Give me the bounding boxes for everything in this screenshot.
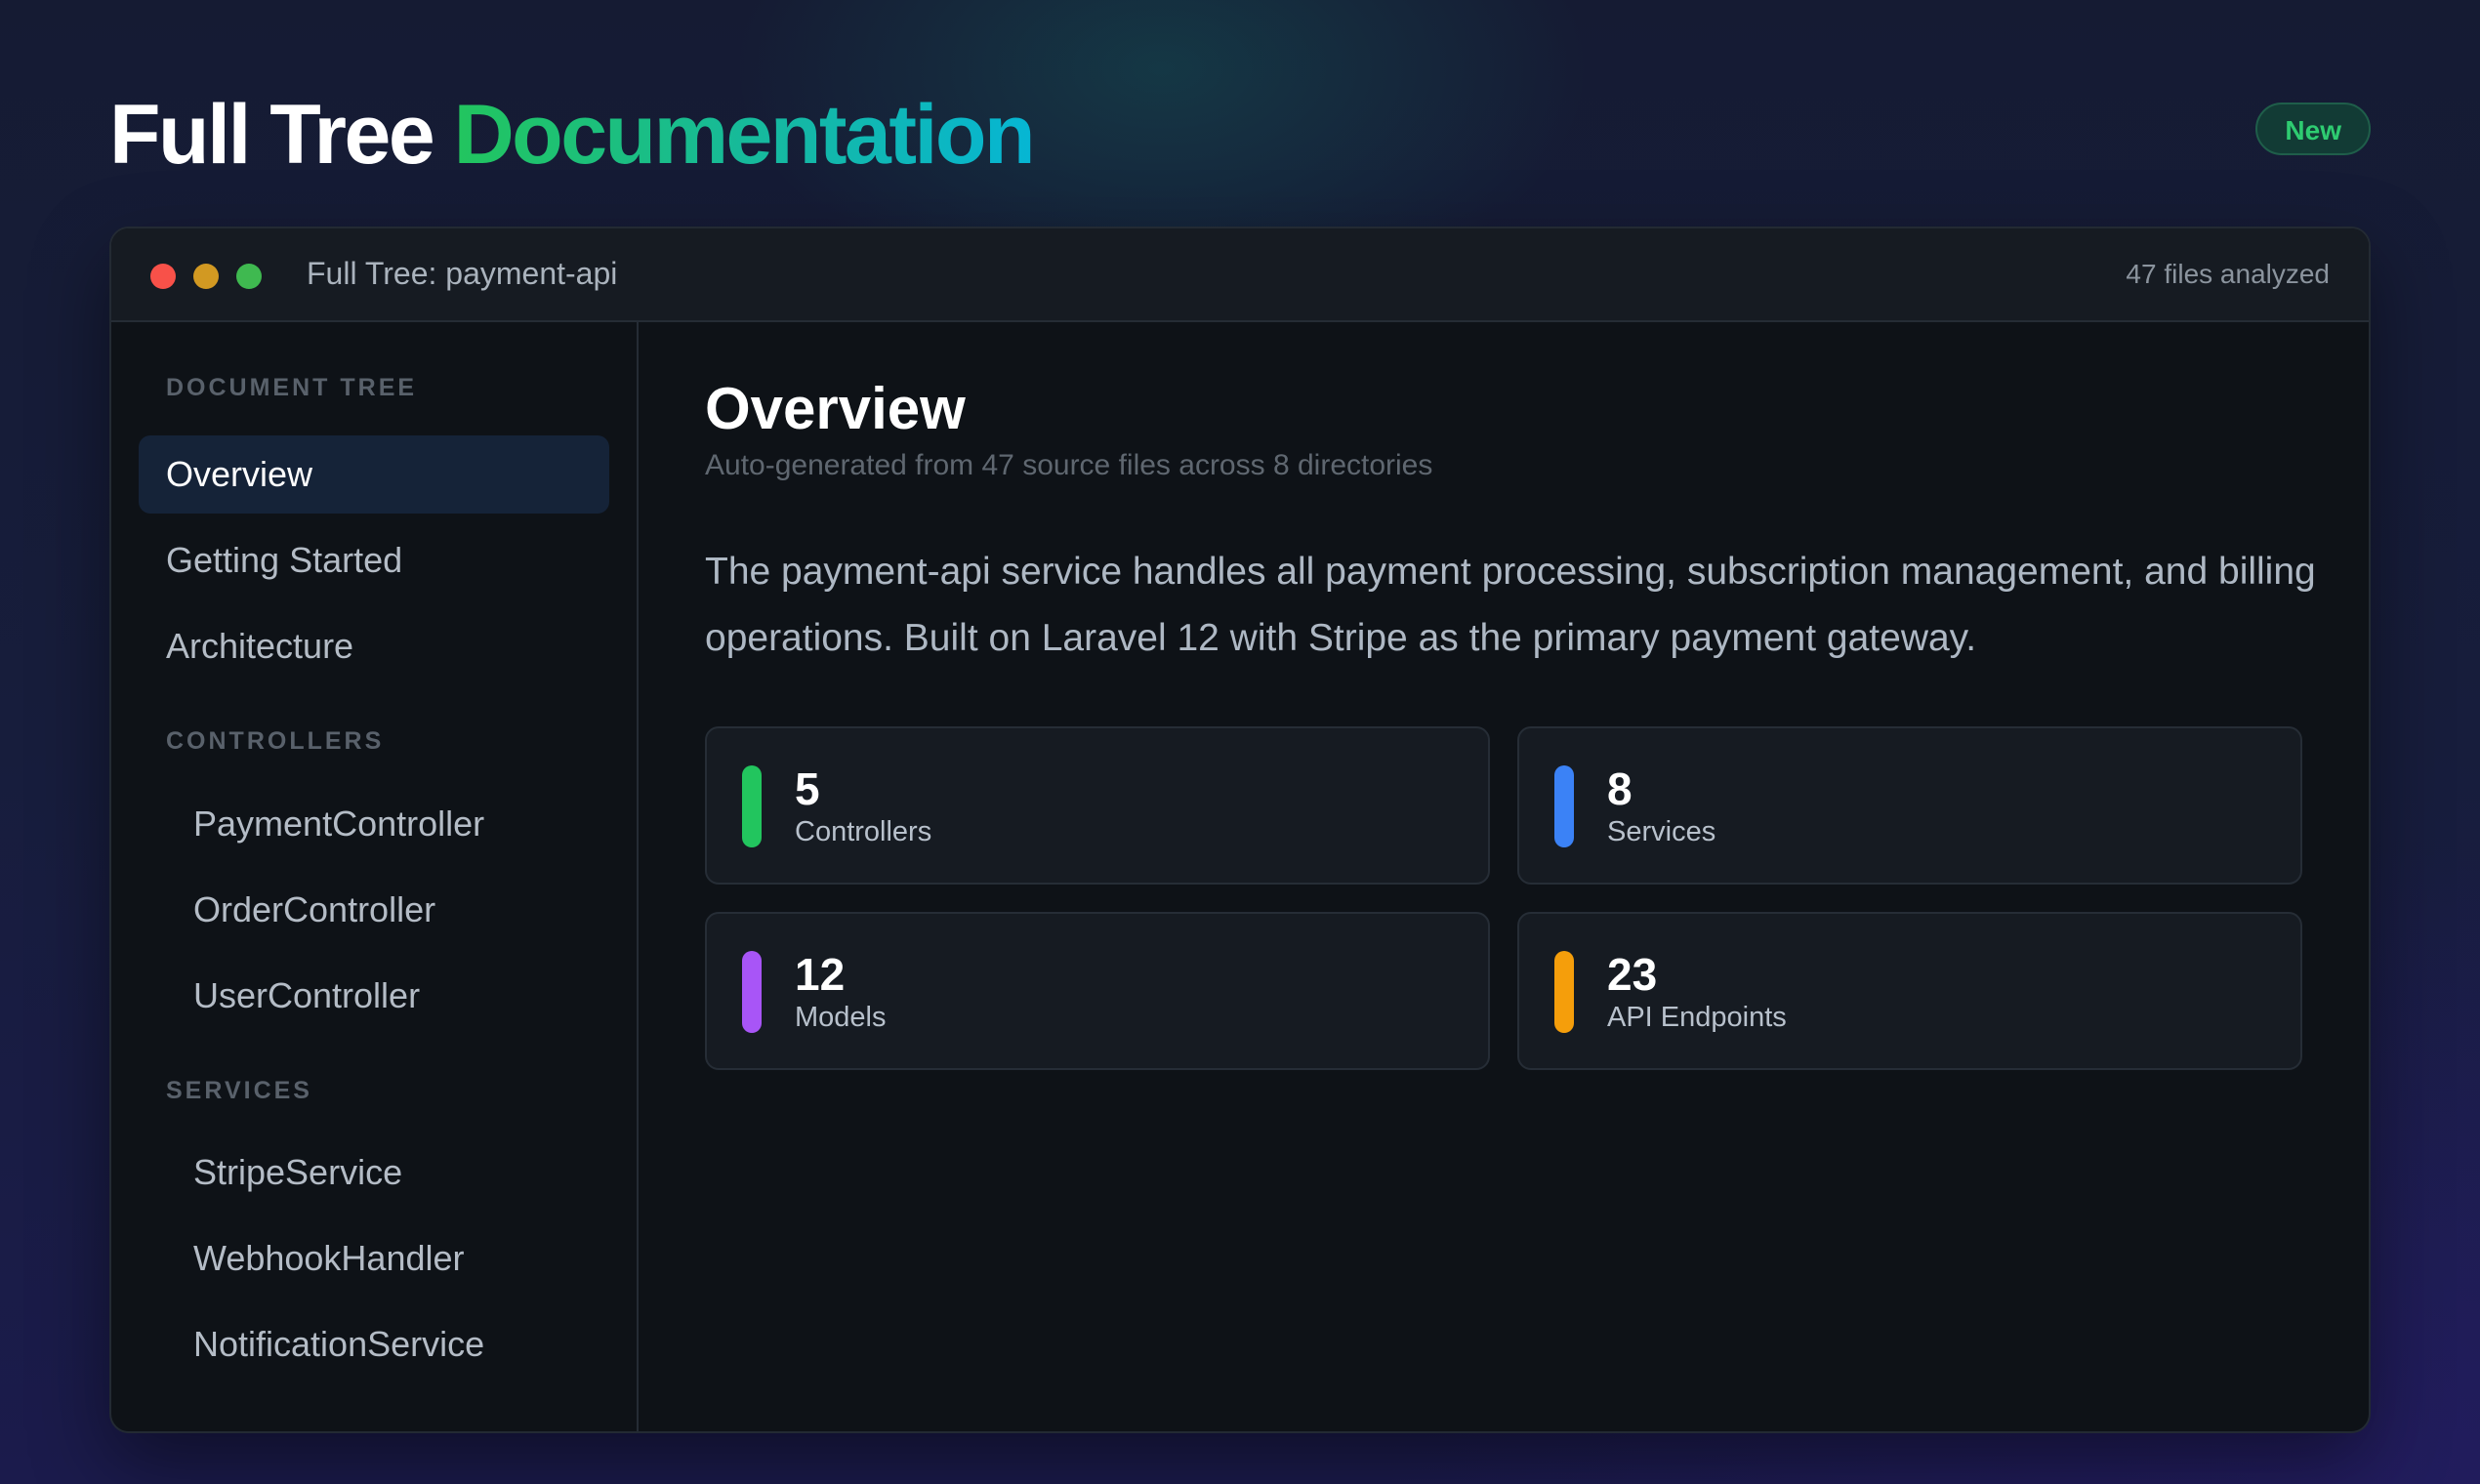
stat-card-models: 12 Models [705,912,1490,1070]
page-header: Full Tree Documentation New [109,86,2371,184]
page-title-accent: Documentation [453,88,1036,182]
stat-card-controllers: 5 Controllers [705,726,1490,885]
sidebar-item-getting-started[interactable]: Getting Started [139,521,609,599]
content-subtitle: Auto-generated from 47 source files acro… [705,449,1433,481]
stat-color-bar [742,765,762,847]
stat-value: 12 [795,949,846,1000]
section-label-controllers: CONTROLLERS [166,727,385,755]
maximize-window-button[interactable] [236,264,262,289]
stat-color-bar [1554,951,1574,1033]
section-label-document-tree: DOCUMENT TREE [166,374,418,401]
sidebar-item-stripe-service[interactable]: StripeService [139,1134,609,1212]
stat-value: 8 [1607,763,1633,814]
window-titlebar: Full Tree: payment-api 47 files analyzed [111,228,2369,322]
content-title: Overview [705,376,966,441]
document-tree-sidebar: DOCUMENT TREE Overview Getting Started A… [111,322,639,1431]
sidebar-item-overview[interactable]: Overview [139,435,609,514]
close-window-button[interactable] [150,264,176,289]
stat-label: API Endpoints [1607,1002,1787,1033]
stat-label: Services [1607,816,1716,847]
sidebar-item-webhook-handler[interactable]: WebhookHandler [139,1219,609,1298]
content-description: The payment-api service handles all paym… [705,551,2316,659]
stat-value: 5 [795,763,820,814]
app-window: Full Tree: payment-api 47 files analyzed… [109,227,2371,1433]
stats-grid: 5 Controllers 8 Services 12 Models 23 AP… [705,726,2302,1070]
sidebar-item-user-controller[interactable]: UserController [139,957,609,1035]
stat-label: Controllers [795,816,932,847]
main-content: Overview Auto-generated from 47 source f… [639,322,2369,1431]
new-badge: New [2255,103,2371,155]
stat-label: Models [795,1002,887,1033]
minimize-window-button[interactable] [193,264,219,289]
sidebar-item-order-controller[interactable]: OrderController [139,871,609,949]
sidebar-item-architecture[interactable]: Architecture [139,607,609,685]
stat-color-bar [742,951,762,1033]
section-label-services: SERVICES [166,1077,312,1104]
window-title: Full Tree: payment-api [307,256,618,291]
files-analyzed-count: 47 files analyzed [2126,259,2330,289]
stat-value: 23 [1607,949,1658,1000]
sidebar-item-notification-service[interactable]: NotificationService [139,1305,609,1383]
page-title: Full Tree Documentation [109,86,2371,184]
stat-card-services: 8 Services [1517,726,2302,885]
stat-card-api-endpoints: 23 API Endpoints [1517,912,2302,1070]
page-title-main: Full Tree [109,88,435,182]
stat-color-bar [1554,765,1574,847]
sidebar-item-payment-controller[interactable]: PaymentController [139,785,609,863]
